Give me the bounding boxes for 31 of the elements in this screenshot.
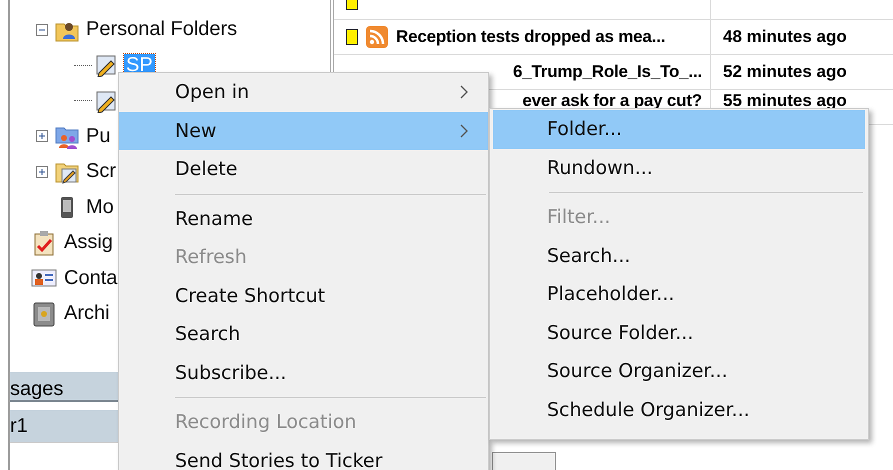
tree-item[interactable]: Scr <box>86 160 116 184</box>
menu-item[interactable]: Search... <box>493 236 865 275</box>
menu-item[interactable]: Rename <box>119 200 488 238</box>
tree-item[interactable]: Archi <box>64 302 110 326</box>
menu-item[interactable]: Source Organizer... <box>493 352 865 390</box>
chevron-right-icon <box>460 124 468 138</box>
tree-item[interactable]: Mo <box>86 196 114 219</box>
menu-item[interactable]: Rundown... <box>493 148 865 187</box>
tree-item[interactable]: Assig <box>64 231 113 254</box>
tree-item[interactable]: Conta <box>64 266 118 290</box>
chevron-right-icon <box>460 85 468 100</box>
menu-item[interactable]: Source Folder... <box>493 314 865 352</box>
menu-item[interactable]: Create Shortcut <box>119 276 488 315</box>
menu-item[interactable]: Placeholder... <box>493 275 865 314</box>
menu-item[interactable]: Schedule Organizer... <box>493 390 865 429</box>
time-text: 52 minutes ago <box>723 62 847 82</box>
expander-toggle[interactable] <box>36 166 48 178</box>
menu-item[interactable]: Send Stories to Ticker <box>119 442 488 470</box>
menu-item[interactable]: New <box>119 112 488 150</box>
expander-toggle[interactable] <box>36 130 48 142</box>
tree-item[interactable]: Pu <box>86 124 110 148</box>
menu-item[interactable]: Search <box>119 315 488 354</box>
message-title: Reception tests dropped as mea... <box>396 27 666 47</box>
pencil-icon <box>94 88 118 113</box>
menu-item[interactable]: Delete <box>119 150 488 188</box>
tree-item[interactable]: Personal Folders <box>86 18 238 42</box>
time-text: 48 minutes ago <box>723 27 847 47</box>
expander-toggle[interactable] <box>36 24 48 36</box>
pencil-icon <box>94 53 118 78</box>
message-title: 6_Trump_Role_Is_To_... <box>513 62 702 82</box>
menu-item[interactable]: Folder... <box>493 110 865 148</box>
